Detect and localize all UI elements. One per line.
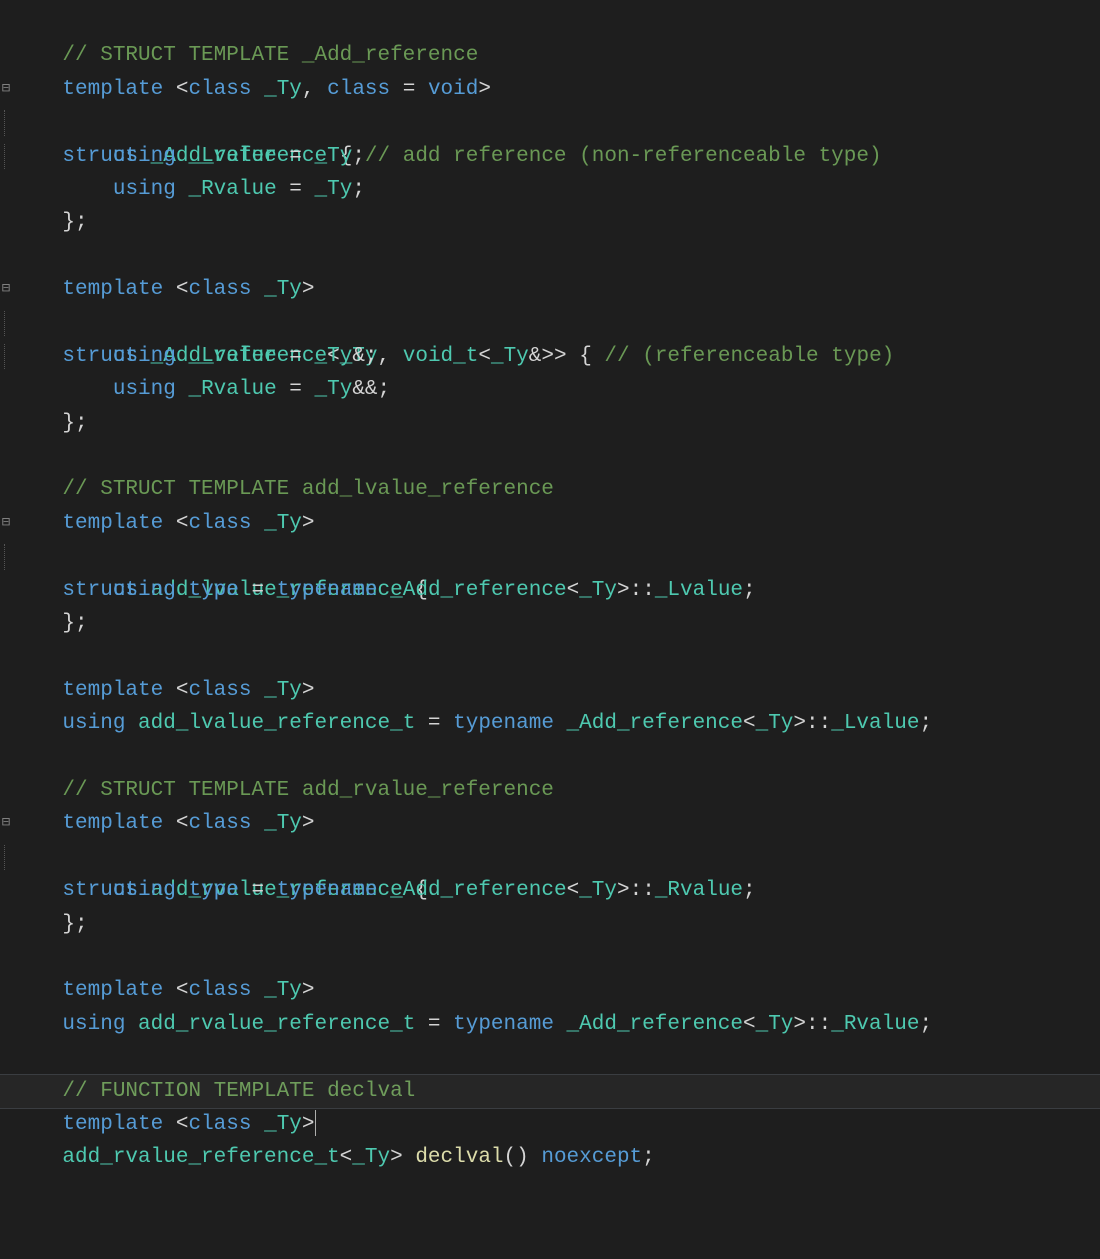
code-line[interactable]	[0, 206, 1100, 239]
code-line[interactable]: };	[0, 373, 1100, 406]
code-line[interactable]: // STRUCT TEMPLATE add_lvalue_reference	[0, 440, 1100, 473]
code-line[interactable]: };	[0, 574, 1100, 607]
code-line[interactable]: using type = typename _Add_reference<_Ty…	[0, 841, 1100, 874]
code-line[interactable]: template <class _Ty>	[0, 240, 1100, 273]
fold-toggle-icon[interactable]: ⊟	[0, 807, 12, 840]
code-line[interactable]: // STRUCT TEMPLATE add_rvalue_reference	[0, 741, 1100, 774]
code-line[interactable]: };	[0, 874, 1100, 907]
code-line[interactable]: using add_lvalue_reference_t = typename …	[0, 674, 1100, 707]
code-line[interactable]: using _Lvalue = _Ty&;	[0, 307, 1100, 340]
code-line[interactable]: // STRUCT TEMPLATE _Add_reference	[0, 6, 1100, 39]
code-line[interactable]: using _Rvalue = _Ty&&;	[0, 340, 1100, 373]
code-line[interactable]: // FUNCTION TEMPLATE declval	[0, 1041, 1100, 1074]
code-line[interactable]: using add_rvalue_reference_t = typename …	[0, 974, 1100, 1007]
code-line[interactable]	[0, 707, 1100, 740]
code-line[interactable]: template <class _Ty>	[0, 640, 1100, 673]
code-line[interactable]: template <class _Ty>	[0, 941, 1100, 974]
code-line[interactable]: using _Lvalue = _Ty;	[0, 106, 1100, 139]
code-line[interactable]: ⊟ struct _Add_reference<_Ty, void_t<_Ty&…	[0, 273, 1100, 306]
code-line[interactable]: ⊟ struct _Add_reference { // add referen…	[0, 73, 1100, 106]
code-line[interactable]	[0, 1008, 1100, 1041]
code-line[interactable]: template <class _Ty>	[0, 774, 1100, 807]
code-line[interactable]	[0, 407, 1100, 440]
fold-toggle-icon[interactable]: ⊟	[0, 73, 12, 106]
code-line[interactable]: };	[0, 173, 1100, 206]
code-line[interactable]: template <class _Ty>	[0, 473, 1100, 506]
fold-toggle-icon[interactable]: ⊟	[0, 507, 12, 540]
code-line[interactable]: ⊟ struct add_lvalue_reference {	[0, 507, 1100, 540]
code-line[interactable]: ⊟ struct add_rvalue_reference {	[0, 807, 1100, 840]
active-code-line[interactable]: template <class _Ty>	[0, 1075, 1100, 1108]
code-line[interactable]: template <class _Ty, class = void>	[0, 39, 1100, 72]
code-line[interactable]	[0, 908, 1100, 941]
code-line[interactable]	[0, 607, 1100, 640]
code-editor[interactable]: // STRUCT TEMPLATE _Add_reference templa…	[0, 0, 1100, 1141]
code-line[interactable]: using type = typename _Add_reference<_Ty…	[0, 540, 1100, 573]
code-line[interactable]: using _Rvalue = _Ty;	[0, 140, 1100, 173]
fold-toggle-icon[interactable]: ⊟	[0, 273, 12, 306]
code-line[interactable]: add_rvalue_reference_t<_Ty> declval() no…	[0, 1108, 1100, 1141]
